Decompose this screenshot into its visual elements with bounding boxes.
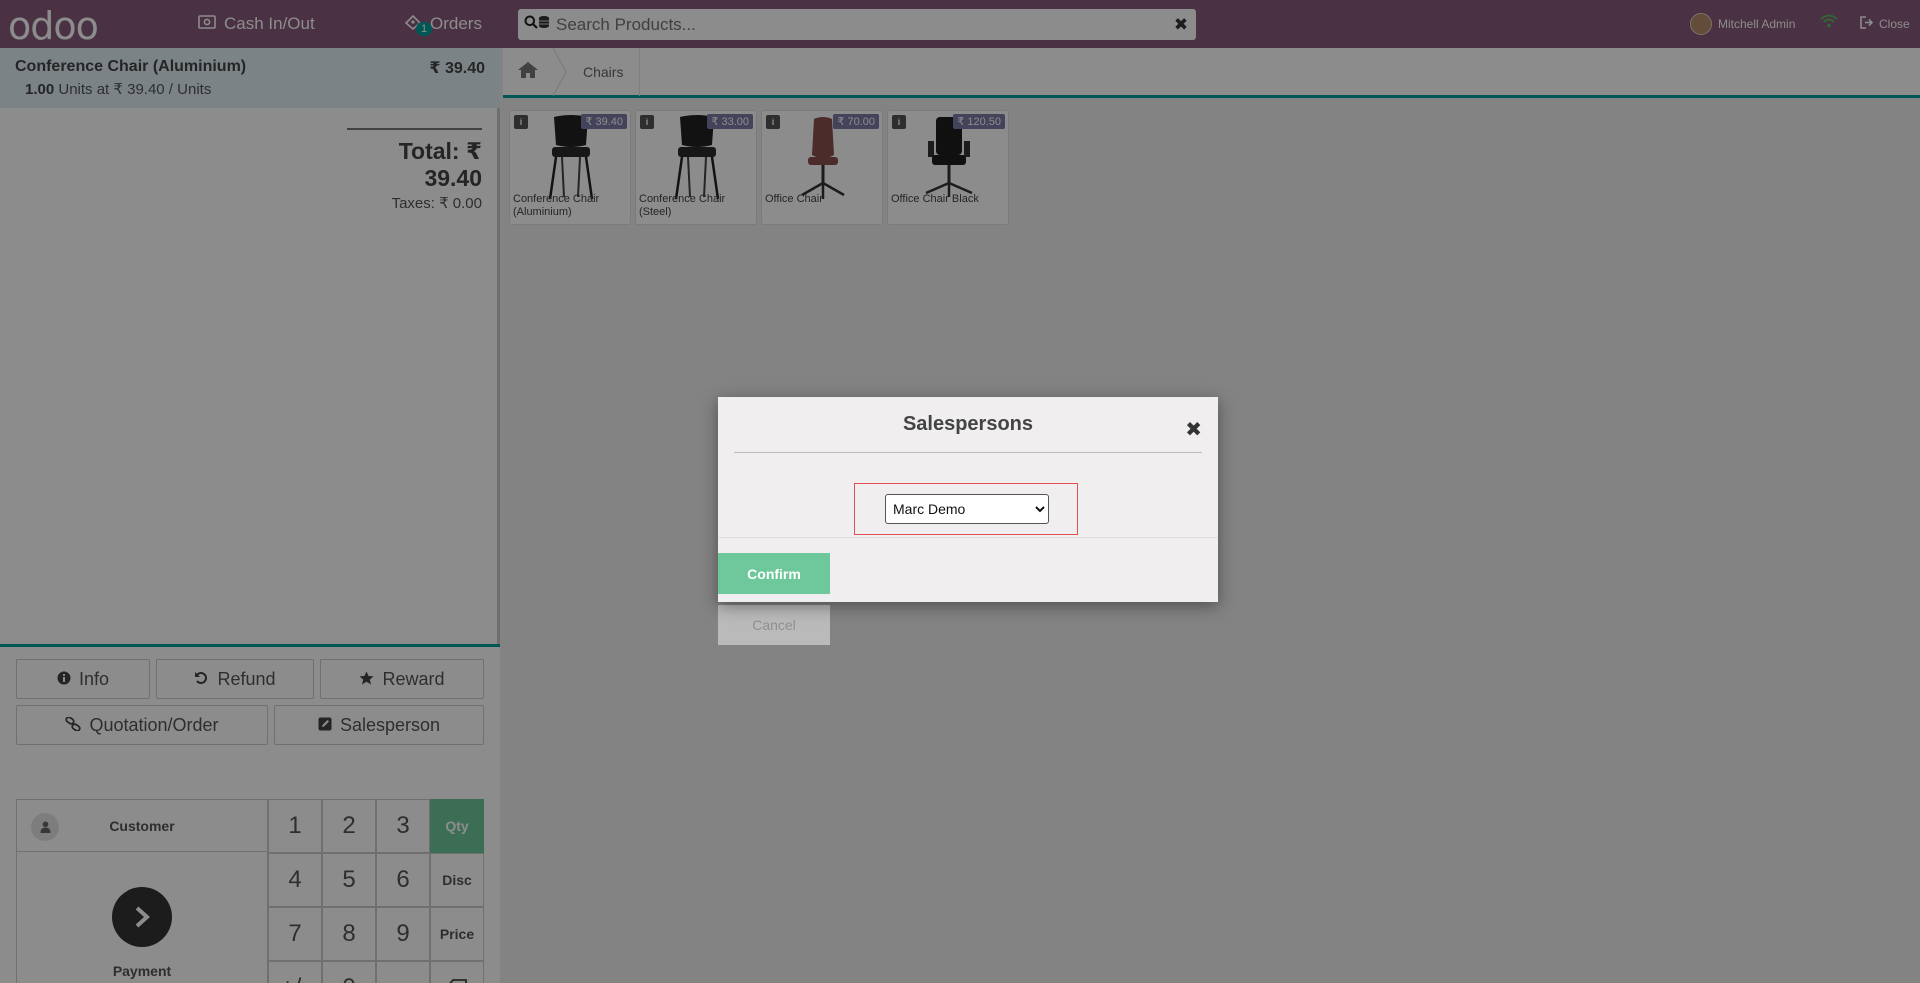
close-icon[interactable]: ✖	[1185, 417, 1202, 442]
salesperson-select-highlight: Marc Demo	[854, 483, 1078, 535]
dialog-title: Salespersons	[734, 397, 1202, 453]
salesperson-select[interactable]: Marc Demo	[885, 494, 1049, 524]
dialog-body: Marc Demo	[718, 453, 1218, 538]
cancel-button[interactable]: Cancel	[718, 605, 830, 645]
confirm-button[interactable]: Confirm	[718, 553, 830, 594]
